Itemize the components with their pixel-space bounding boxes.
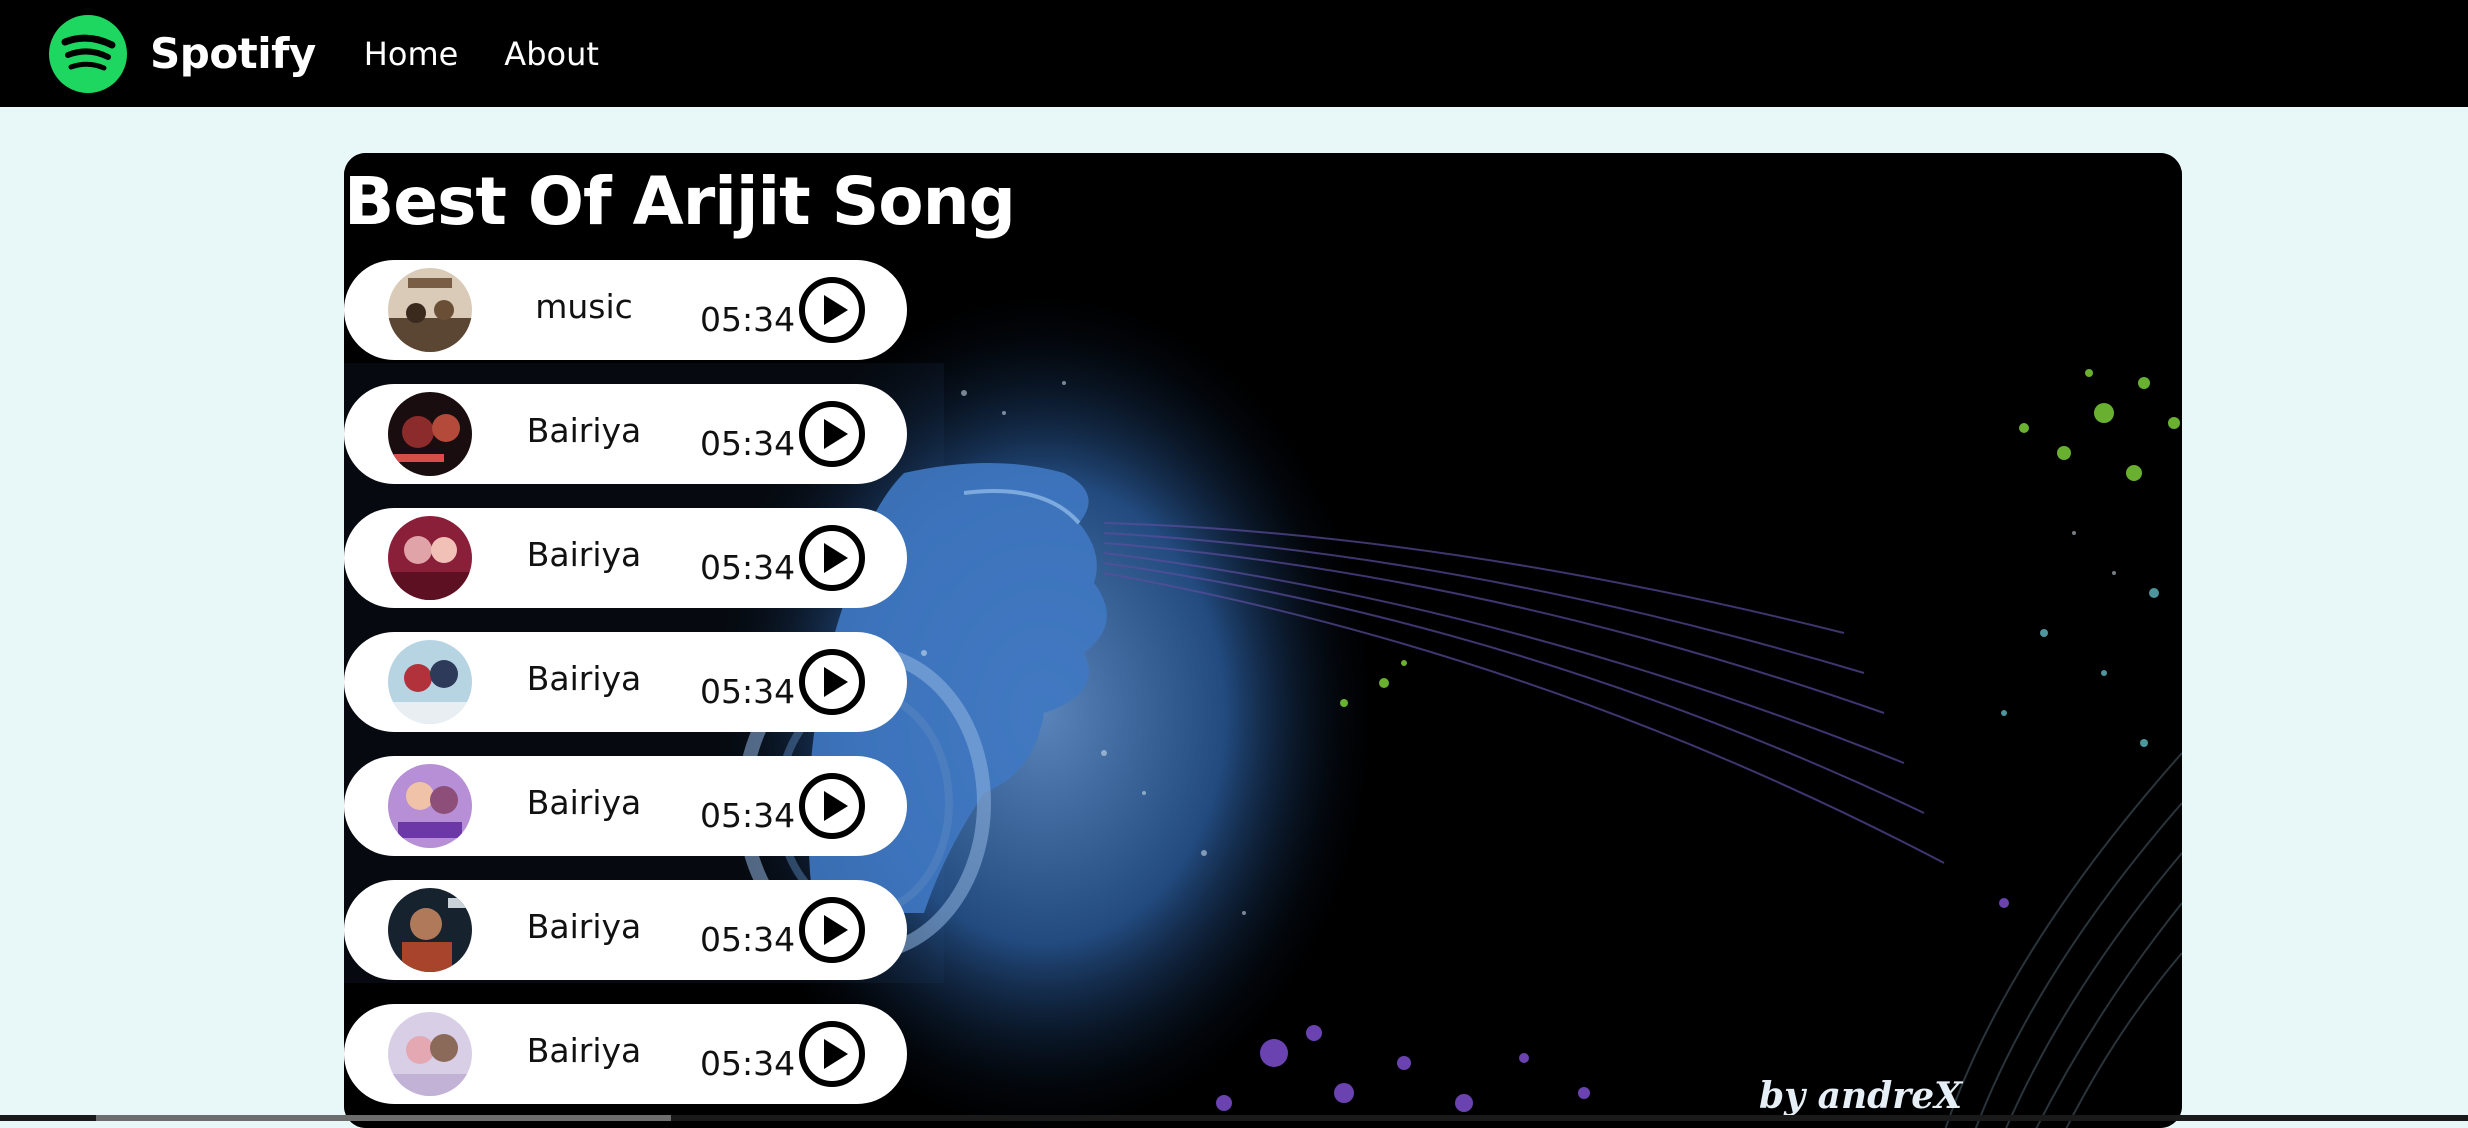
song-name: music <box>535 287 633 326</box>
album-cover-5-icon <box>388 764 472 848</box>
song-item[interactable]: Bairiya 05:34 <box>344 1004 907 1104</box>
bottom-progress-track[interactable] <box>0 1115 2468 1121</box>
album-cover-2-icon <box>388 392 472 476</box>
nav-link-about[interactable]: About <box>504 35 599 73</box>
spotify-logo-icon <box>49 14 127 93</box>
song-item[interactable]: Bairiya 05:34 <box>344 384 907 484</box>
album-cover-4-icon <box>388 640 472 724</box>
play-circle-icon[interactable] <box>798 772 866 840</box>
playlist-title: Best Of Arijit Song <box>344 163 1016 240</box>
song-duration: 05:34 <box>700 424 796 463</box>
song-duration: 05:34 <box>700 548 796 587</box>
song-item[interactable]: music 05:34 <box>344 260 907 360</box>
song-duration: 05:34 <box>700 300 796 339</box>
album-cover-3-icon <box>388 516 472 600</box>
song-item[interactable]: Bairiya 05:34 <box>344 632 907 732</box>
song-name: Bairiya <box>526 411 642 450</box>
song-duration: 05:34 <box>700 796 796 835</box>
album-cover-6-icon <box>388 888 472 972</box>
song-name: Bairiya <box>526 783 642 822</box>
song-duration: 05:34 <box>700 672 796 711</box>
play-circle-icon[interactable] <box>798 400 866 468</box>
song-name: Bairiya <box>526 907 642 946</box>
song-name: Bairiya <box>526 535 642 574</box>
song-item[interactable]: Bairiya 05:34 <box>344 880 907 980</box>
song-item[interactable]: Bairiya 05:34 <box>344 756 907 856</box>
album-cover-7-icon <box>388 1012 472 1096</box>
song-duration: 05:34 <box>700 1044 796 1083</box>
background-signature-text: by andreX <box>1759 1075 1964 1117</box>
play-circle-icon[interactable] <box>798 276 866 344</box>
bottom-progress-fill <box>96 1115 671 1121</box>
brand-logo-link[interactable]: Spotify <box>48 14 316 94</box>
album-cover-1-icon <box>388 268 472 352</box>
play-circle-icon[interactable] <box>798 896 866 964</box>
song-name: Bairiya <box>526 1031 642 1070</box>
nav-link-home[interactable]: Home <box>364 35 459 73</box>
play-circle-icon[interactable] <box>798 1020 866 1088</box>
play-circle-icon[interactable] <box>798 648 866 716</box>
brand-name: Spotify <box>150 29 316 78</box>
playlist-container: by andreX Best Of Arijit Song music 05:3… <box>344 153 2182 1128</box>
song-name: Bairiya <box>526 659 642 698</box>
song-duration: 05:34 <box>700 920 796 959</box>
play-circle-icon[interactable] <box>798 524 866 592</box>
song-item[interactable]: Bairiya 05:34 <box>344 508 907 608</box>
navbar: Spotify Home About <box>0 0 2468 107</box>
